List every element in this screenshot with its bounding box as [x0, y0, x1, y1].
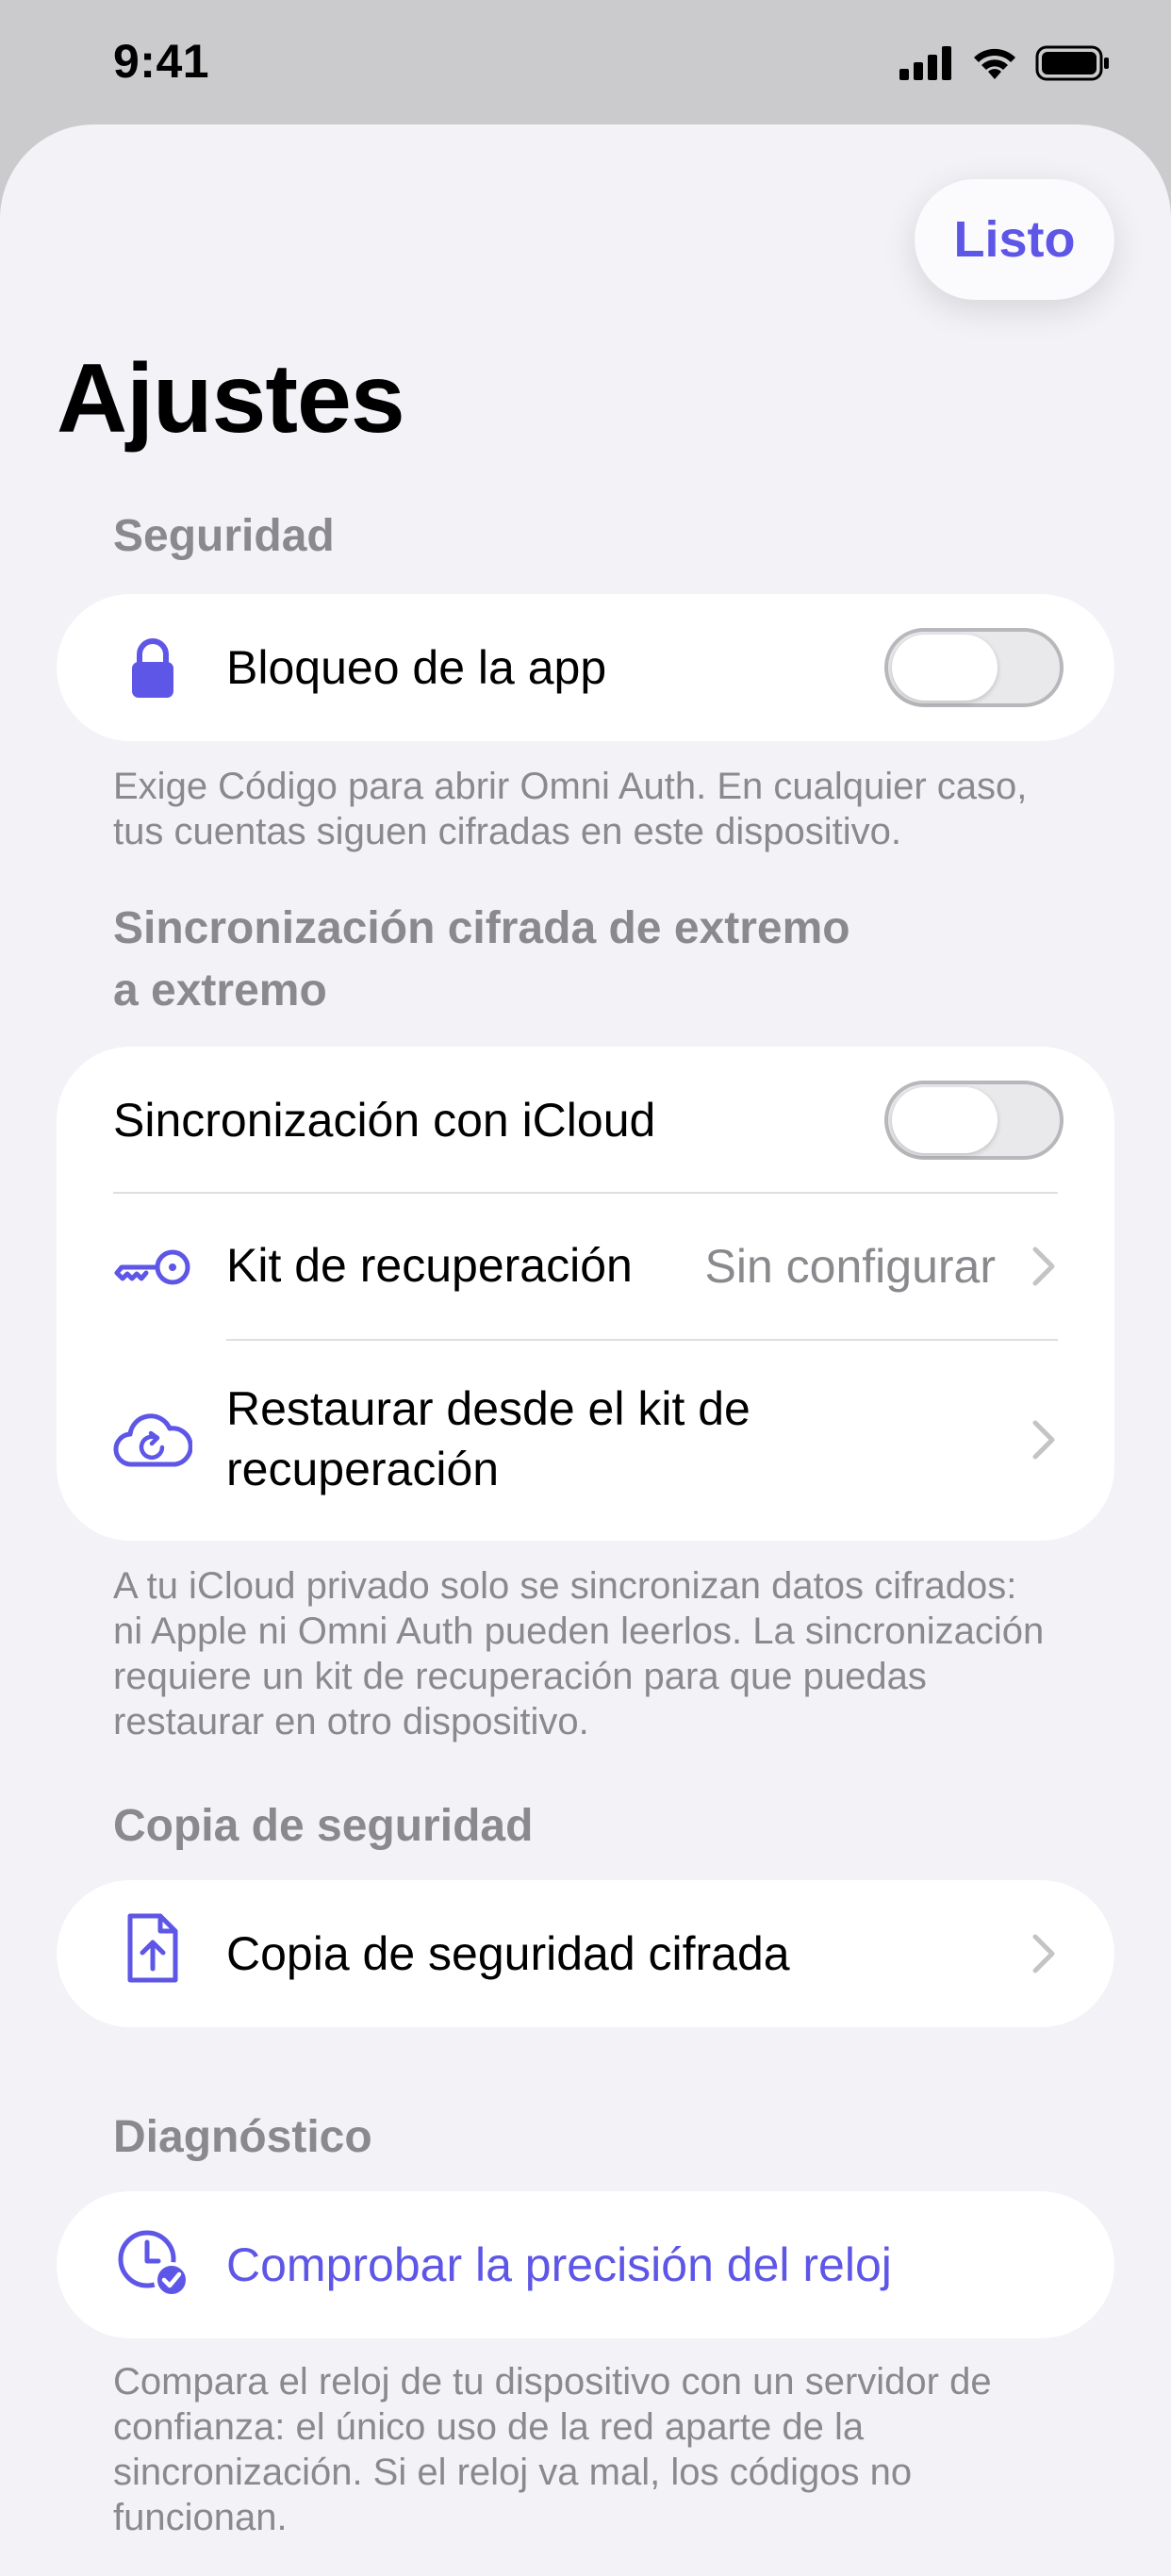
document-upload-icon: [106, 1910, 200, 1986]
sync-header-line1: Sincronización cifrada de extremo: [113, 903, 850, 953]
cloud-restore-icon: [106, 1403, 200, 1478]
icloud-sync-row[interactable]: Sincronización con iCloud: [57, 1047, 1114, 1192]
restore-from-kit-row[interactable]: Restaurar desde el kit de recuperación: [57, 1341, 1114, 1541]
section-header-backup: Copia de seguridad: [113, 1801, 534, 1851]
sync-header-line2: a extremo: [113, 966, 327, 1016]
page-title: Ajustes: [57, 344, 405, 454]
sync-card: Sincronización con iCloud Kit de recuper…: [57, 1047, 1114, 1541]
cellular-signal-icon: [899, 46, 951, 80]
status-time: 9:41: [113, 35, 210, 88]
app-lock-toggle[interactable]: [884, 628, 1064, 707]
icloud-sync-toggle[interactable]: [884, 1081, 1064, 1160]
settings-sheet: Listo Ajustes Seguridad Bloqueo de la ap…: [0, 124, 1171, 2576]
battery-icon: [1035, 45, 1109, 81]
restore-from-kit-label: Restaurar desde el kit de recuperación: [226, 1379, 750, 1499]
recovery-kit-value: Sin configurar: [704, 1240, 997, 1293]
clock-check-row[interactable]: Comprobar la precisión del reloj: [57, 2191, 1114, 2338]
status-icons: [899, 45, 1111, 81]
section-header-sync: Sincronización cifrada de extremo a extr…: [113, 898, 962, 1022]
section-header-security: Seguridad: [113, 511, 335, 561]
security-card: Bloqueo de la app: [57, 594, 1114, 741]
diagnostics-footnote: Compara el reloj de tu dispositivo con u…: [113, 2361, 992, 2538]
diagnostics-card: Comprobar la precisión del reloj: [57, 2191, 1114, 2338]
recovery-kit-row[interactable]: Kit de recuperación Sin configurar: [57, 1194, 1114, 1339]
sync-footnote: A tu iCloud privado solo se sincronizan …: [113, 1565, 1045, 1742]
chevron-right-icon: [1032, 1420, 1055, 1460]
chevron-right-icon: [1032, 1934, 1055, 1973]
recovery-kit-label: Kit de recuperación: [226, 1239, 633, 1292]
encrypted-backup-row[interactable]: Copia de seguridad cifrada: [57, 1880, 1114, 2027]
app-lock-label: Bloqueo de la app: [226, 641, 607, 694]
backup-card: Copia de seguridad cifrada: [57, 1880, 1114, 2027]
security-footnote: Exige Código para abrir Omni Auth. En cu…: [113, 766, 1028, 852]
clock-check-link[interactable]: Comprobar la precisión del reloj: [226, 2235, 892, 2295]
status-bar: 9:41: [0, 0, 1171, 124]
done-button[interactable]: Listo: [915, 179, 1114, 300]
clock-check-icon: [106, 2225, 200, 2301]
lock-icon: [106, 630, 200, 705]
app-lock-row[interactable]: Bloqueo de la app: [57, 594, 1114, 741]
chevron-right-icon: [1032, 1247, 1055, 1286]
wifi-icon: [974, 48, 1015, 79]
encrypted-backup-label: Copia de seguridad cifrada: [226, 1927, 790, 1980]
key-icon: [106, 1230, 200, 1305]
icloud-sync-label: Sincronización con iCloud: [113, 1094, 656, 1147]
restore-label-line2: recuperación: [226, 1443, 500, 1495]
section-header-diagnostics: Diagnóstico: [113, 2112, 372, 2162]
restore-label-line1: Restaurar desde el kit de: [226, 1382, 750, 1435]
